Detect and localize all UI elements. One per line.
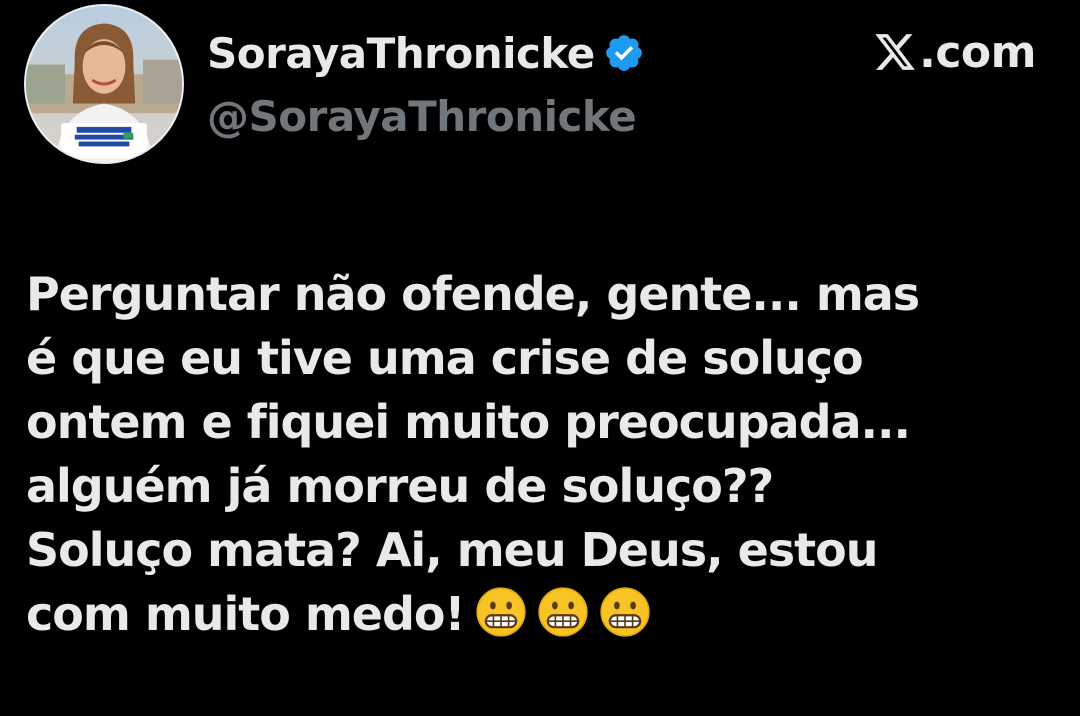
tweet-text: Perguntar não ofende, gente... mas é que… xyxy=(26,262,1066,646)
tweet-line-text: com muito medo! xyxy=(26,587,466,641)
avatar-photo xyxy=(26,6,182,162)
tweet-card: SorayaThronicke @SorayaThronicke .com Pe… xyxy=(0,0,1080,716)
tweet-line: Soluço mata? Ai, meu Deus, estou xyxy=(26,523,879,577)
display-name-row: SorayaThronicke xyxy=(207,22,645,84)
user-handle[interactable]: @SorayaThronicke xyxy=(207,92,637,141)
tweet-line-last: com muito medo! xyxy=(26,582,1066,646)
x-logo-icon xyxy=(873,30,917,74)
brand-domain: .com xyxy=(919,26,1036,78)
tweet-line: alguém já morreu de soluço?? xyxy=(26,459,774,513)
profile-avatar[interactable] xyxy=(24,4,184,164)
avatar-badge xyxy=(74,126,134,147)
verified-badge-icon xyxy=(603,32,645,74)
grimacing-face-emoji xyxy=(475,586,527,638)
grimacing-face-emoji xyxy=(537,586,589,638)
tweet-line: Perguntar não ofende, gente... mas xyxy=(26,267,920,321)
tweet-line: ontem e fiquei muito preocupada... xyxy=(26,395,911,449)
brand-link[interactable]: .com xyxy=(873,24,1036,80)
grimacing-face-emoji xyxy=(599,586,651,638)
tweet-line: é que eu tive uma crise de soluço xyxy=(26,331,864,385)
display-name[interactable]: SorayaThronicke xyxy=(207,29,595,78)
